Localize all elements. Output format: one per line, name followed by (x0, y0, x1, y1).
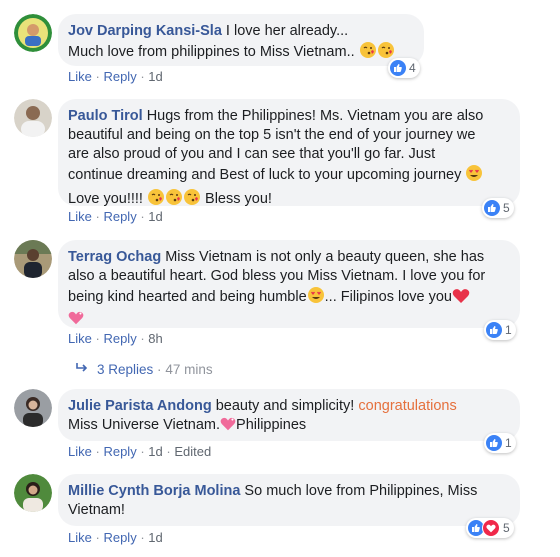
separator: · (140, 530, 145, 545)
comment-author[interactable]: Julie Parista Andong (68, 398, 212, 414)
separator: · (95, 209, 100, 224)
comment-author[interactable]: Terrag Ochag (68, 249, 161, 265)
comment-text: Miss Universe Vietnam. (68, 417, 221, 433)
comment-author[interactable]: Paulo Tirol (68, 108, 143, 124)
separator: · (166, 444, 171, 459)
separator: · (95, 530, 100, 545)
comment-bubble: Paulo Tirol Hugs from the Philippines! M… (58, 99, 520, 207)
separator: · (95, 331, 100, 346)
like-icon (486, 435, 502, 451)
comment-timestamp[interactable]: 8h (148, 331, 162, 346)
like-button[interactable]: Like (68, 530, 92, 545)
separator: · (140, 209, 145, 224)
avatar[interactable] (14, 474, 52, 512)
love-icon (482, 519, 500, 537)
reaction-count[interactable]: 1 (484, 320, 516, 340)
sparkling-heart-emoji (220, 416, 236, 438)
reaction-count-label: 5 (503, 201, 510, 215)
comment-actions: Like · Reply · 1d (68, 209, 163, 224)
sparkling-heart-emoji (68, 310, 84, 332)
kissing-heart-emoji (359, 41, 377, 65)
comment-timestamp[interactable]: 1d (148, 209, 162, 224)
heart-eyes-emoji (465, 164, 483, 188)
heart-eyes-emoji (307, 286, 325, 310)
comment-text: I love her already... (221, 23, 349, 39)
comment-text: Love you!!!! (68, 191, 147, 207)
comment-text: also a beautiful heart. God bless you Mi… (68, 268, 486, 284)
avatar[interactable] (14, 14, 52, 52)
comment-text: beauty and simplicity! (211, 398, 359, 414)
like-icon (390, 60, 406, 76)
comment-bubble: Millie Cynth Borja Molina So much love f… (58, 474, 520, 526)
replies-count[interactable]: 3 Replies (97, 362, 153, 377)
comment-author[interactable]: Millie Cynth Borja Molina (68, 483, 240, 499)
separator: · (140, 444, 145, 459)
comment-bubble: Jov Darping Kansi-Sla I love her already… (58, 14, 424, 66)
comment-text: Philippines (236, 417, 307, 433)
reaction-count[interactable]: 1 (484, 433, 516, 453)
comment-bubble: Julie Parista Andong beauty and simplici… (58, 389, 520, 441)
highlighted-text: congratulations (358, 398, 457, 414)
reaction-count-label: 4 (409, 61, 416, 75)
avatar[interactable] (14, 240, 52, 278)
red-heart-emoji (452, 288, 470, 310)
like-button[interactable]: Like (68, 69, 92, 84)
comment-text: So much love from Philippines, Miss (240, 483, 478, 499)
comment-timestamp[interactable]: 1d (148, 530, 162, 545)
separator: · (95, 444, 100, 459)
comment-actions: Like · Reply · 1d (68, 530, 163, 545)
view-replies-link[interactable]: 3 Replies · 47 mins (75, 362, 213, 377)
reply-arrow-icon (75, 362, 89, 377)
comment-text: beautiful and being on the top 5 isn't t… (68, 127, 476, 143)
reaction-count[interactable]: 4 (388, 58, 420, 78)
comment-timestamp[interactable]: 1d (148, 69, 162, 84)
like-button[interactable]: Like (68, 444, 92, 459)
reply-button[interactable]: Reply (103, 530, 136, 545)
avatar[interactable] (14, 99, 52, 137)
reaction-count-label: 5 (503, 521, 510, 535)
comment-author[interactable]: Jov Darping Kansi-Sla (68, 23, 222, 39)
like-button[interactable]: Like (68, 209, 92, 224)
comment-text: Vietnam! (68, 502, 125, 518)
reaction-count-label: 1 (505, 436, 512, 450)
comment-actions: Like · Reply · 1d · Edited (68, 444, 211, 459)
avatar[interactable] (14, 389, 52, 427)
reply-button[interactable]: Reply (103, 69, 136, 84)
comment-bubble: Terrag Ochag Miss Vietnam is not only a … (58, 240, 520, 328)
reply-button[interactable]: Reply (103, 331, 136, 346)
reaction-count[interactable]: 5 (482, 198, 514, 218)
like-icon (484, 200, 500, 216)
comment-text: being kind hearted and being humble (68, 289, 307, 305)
like-icon (486, 322, 502, 338)
reaction-count[interactable]: 5 (466, 518, 514, 538)
reply-button[interactable]: Reply (103, 444, 136, 459)
kissing-heart-emoji (183, 188, 201, 212)
comment-text: Bless you! (205, 191, 272, 207)
separator: · (95, 69, 100, 84)
reaction-count-label: 1 (505, 323, 512, 337)
reply-button[interactable]: Reply (103, 209, 136, 224)
edited-label[interactable]: Edited (174, 444, 211, 459)
comment-actions: Like · Reply · 8h (68, 331, 163, 346)
comment-text: are also proud of you and I can see that… (68, 146, 436, 162)
comment-timestamp[interactable]: 1d (148, 444, 162, 459)
separator: · (140, 69, 145, 84)
comment-text: continue dreaming and Best of luck to yo… (68, 167, 462, 183)
comment-text: Hugs from the Philippines! Ms. Vietnam y… (142, 108, 484, 124)
replies-timestamp: 47 mins (165, 362, 213, 377)
like-button[interactable]: Like (68, 331, 92, 346)
separator: · (157, 362, 162, 377)
separator: · (140, 331, 145, 346)
kissing-heart-emoji (165, 188, 183, 212)
comment-text: Miss Vietnam is not only a beauty queen,… (161, 249, 485, 265)
comment-text: ... Filipinos love you (324, 289, 452, 305)
comment-actions: Like · Reply · 1d (68, 69, 163, 84)
comment-text: Much love from philippines to Miss Vietn… (68, 44, 355, 60)
